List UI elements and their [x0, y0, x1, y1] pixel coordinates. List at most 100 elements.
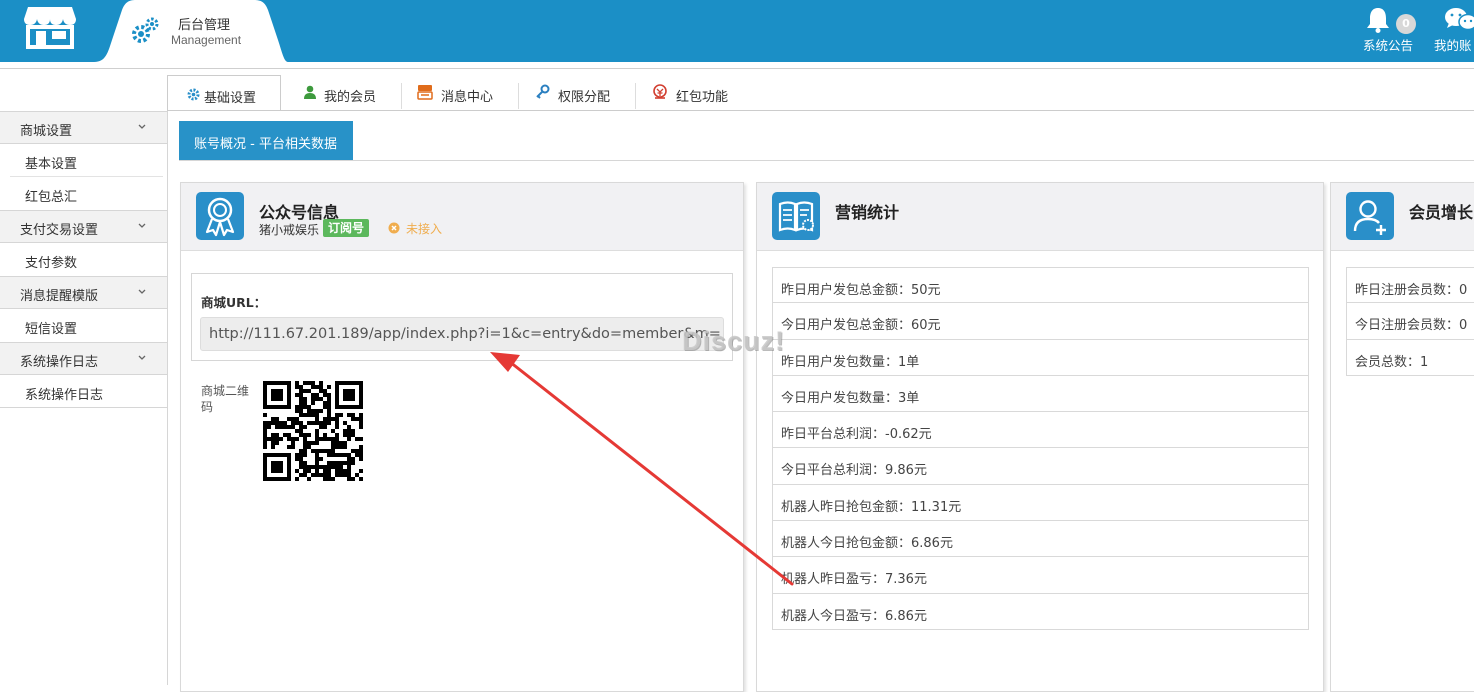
tab-red-packet[interactable]: 红包功能	[636, 75, 752, 111]
top-bar: 后台管理 Management 0 系统公告 我的账	[0, 0, 1474, 62]
tab-label: 权限分配	[558, 90, 611, 105]
tab-message-center[interactable]: 消息中心	[402, 75, 518, 111]
tab-label: 基础设置	[204, 91, 257, 106]
sidebar-item-label: 系统操作日志	[25, 388, 104, 403]
tab-label: 我的会员	[324, 90, 377, 105]
stat-text: 机器人今日抢包金额：6.86元	[781, 536, 953, 552]
header-divider	[0, 68, 1474, 69]
warning-icon	[388, 222, 400, 234]
sidebar-item-payment-params[interactable]: 支付参数	[0, 243, 167, 276]
store-logo-icon[interactable]	[22, 3, 78, 49]
chevron-down-icon	[138, 223, 146, 228]
add-user-icon	[1346, 192, 1394, 240]
gear-icon	[187, 88, 200, 101]
wechat-icon	[1445, 8, 1474, 31]
stat-row: 会员总数：1	[1346, 339, 1474, 376]
sidebar-item-label: 支付参数	[25, 256, 78, 271]
sidebar-group-message-templates[interactable]: 消息提醒模版	[0, 276, 167, 309]
member-stats-list: 昨日注册会员数：0 今日注册会员数：0 会员总数：1	[1346, 267, 1474, 376]
stat-text: 昨日用户发包总金额：50元	[781, 283, 941, 298]
section-tab-label: 账号概况 - 平台相关数据	[194, 137, 337, 152]
panel-header: 营销统计	[757, 183, 1323, 251]
tab-label: 消息中心	[441, 90, 494, 105]
access-status: 未接入	[406, 222, 443, 236]
marketing-stats-panel: 营销统计 昨日用户发包总金额：50元 今日用户发包总金额：60元 昨日用户发包数量：…	[756, 182, 1324, 692]
management-tab[interactable]: 后台管理 Management	[94, 0, 288, 62]
system-notice-button[interactable]: 0 系统公告	[1362, 4, 1422, 56]
sidebar-item-sms-settings[interactable]: 短信设置	[0, 309, 167, 342]
stat-row: 昨日注册会员数：0	[1346, 267, 1474, 304]
notice-count-badge: 0	[1396, 14, 1416, 34]
stat-text: 今日平台总利润：9.86元	[781, 463, 927, 479]
stat-text: 今日用户发包总金额：60元	[781, 318, 941, 334]
tabs-divider	[167, 110, 1474, 111]
qr-code-image	[263, 381, 363, 481]
message-icon	[417, 85, 433, 100]
marketing-stats-list: 昨日用户发包总金额：50元 今日用户发包总金额：60元 昨日用户发包数量：1单 今日用…	[772, 267, 1309, 630]
stat-row: 昨日平台总利润：-0.62元	[772, 412, 1309, 449]
panel-header: 公众号信息 猪小戒娱乐 订阅号 未接入	[181, 183, 743, 251]
panel-title: 营销统计	[835, 203, 900, 222]
stat-row: 机器人今日抢包金额：6.86元	[772, 521, 1309, 558]
stat-text: 会员总数：1	[1355, 354, 1429, 370]
stat-row: 今日平台总利润：9.86元	[772, 448, 1309, 485]
sidebar-item-basic-settings[interactable]: 基本设置	[0, 144, 167, 177]
section-divider	[179, 160, 1474, 161]
stat-text: 今日用户发包数量：3单	[781, 390, 920, 406]
stat-text: 今日注册会员数：0	[1355, 318, 1468, 334]
stat-text: 昨日注册会员数：0	[1355, 283, 1468, 298]
sidebar-group-system-log[interactable]: 系统操作日志	[0, 342, 167, 375]
stat-row: 今日用户发包总金额：60元	[772, 303, 1309, 340]
chevron-down-icon	[138, 355, 146, 360]
award-icon	[196, 192, 244, 240]
chevron-down-icon	[138, 124, 146, 129]
management-subtitle: Management	[171, 33, 242, 47]
stat-text: 机器人今日盈亏：6.86元	[781, 608, 927, 624]
my-account-button[interactable]: 我的账	[1432, 4, 1474, 56]
panel-title: 会员增长	[1409, 203, 1474, 222]
sidebar-item-label: 短信设置	[25, 322, 78, 337]
stat-row: 机器人今日盈亏：6.86元	[772, 593, 1309, 630]
sidebar-item-redpacket-summary[interactable]: 红包总汇	[0, 177, 167, 210]
user-icon	[304, 85, 316, 99]
stat-row: 机器人昨日抢包金额：11.31元	[772, 484, 1309, 522]
sidebar-item-system-log[interactable]: 系统操作日志	[0, 375, 167, 408]
sidebar-group-payment-settings[interactable]: 支付交易设置	[0, 210, 167, 243]
mall-url-label: 商城URL：	[201, 295, 267, 310]
gears-icon	[132, 17, 159, 43]
bell-icon	[1367, 8, 1389, 33]
stat-text: 昨日平台总利润：-0.62元	[781, 427, 932, 443]
notice-label: 系统公告	[1363, 38, 1414, 53]
stat-row: 机器人昨日盈亏：7.36元	[772, 557, 1309, 594]
account-type-badge: 订阅号	[323, 219, 370, 237]
stat-row: 今日注册会员数：0	[1346, 303, 1474, 340]
mall-url-field[interactable]: http://111.67.201.189/app/index.php?i=1&…	[200, 317, 724, 351]
stat-row: 今日用户发包数量：3单	[772, 375, 1309, 413]
qr-code-label: 商城二维码	[201, 384, 250, 414]
key-icon	[536, 84, 550, 99]
tab-my-members[interactable]: 我的会员	[281, 75, 401, 111]
sidebar-group-mall-settings[interactable]: 商城设置	[0, 111, 167, 144]
stat-text: 昨日用户发包数量：1单	[781, 354, 920, 370]
stat-text: 机器人昨日抢包金额：11.31元	[781, 499, 962, 515]
sidebar-group-label: 商城设置	[20, 124, 73, 139]
stat-row: 昨日用户发包总金额：50元	[772, 267, 1309, 304]
sidebar: 商城设置 基本设置 红包总汇 支付交易设置 支付参数 消息提醒模版 短信设置 系…	[0, 111, 168, 685]
section-tab-account-overview[interactable]: 账号概况 - 平台相关数据	[179, 121, 353, 160]
tab-basic-settings[interactable]: 基础设置	[167, 75, 281, 111]
sidebar-group-label: 消息提醒模版	[20, 289, 99, 304]
sidebar-item-label: 基本设置	[25, 157, 78, 172]
management-title: 后台管理	[178, 18, 231, 33]
stat-text: 机器人昨日盈亏：7.36元	[781, 572, 927, 588]
panel-header: 会员增长	[1331, 183, 1474, 251]
redpacket-icon	[653, 84, 667, 99]
sidebar-group-label: 系统操作日志	[20, 355, 99, 370]
watermark: Discuz!	[682, 326, 786, 356]
mall-url-box: 商城URL： http://111.67.201.189/app/index.p…	[191, 273, 733, 361]
account-name: 猪小戒娱乐	[259, 223, 320, 237]
account-info-panel: 公众号信息 猪小戒娱乐 订阅号 未接入 商城URL： http://111.67…	[180, 182, 744, 692]
tab-permissions[interactable]: 权限分配	[519, 75, 635, 111]
member-growth-panel: 会员增长 昨日注册会员数：0 今日注册会员数：0 会员总数：1	[1330, 182, 1474, 692]
stat-row: 昨日用户发包数量：1单	[772, 339, 1309, 376]
chevron-down-icon	[138, 289, 146, 294]
